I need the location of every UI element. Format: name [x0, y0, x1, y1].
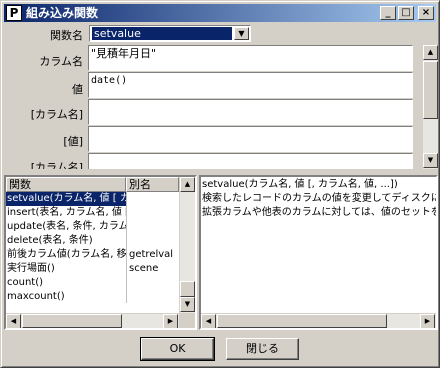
dropdown-arrow-icon[interactable]: ▼ — [234, 27, 249, 40]
description-line: 拡張カラムや他表のカラムに対しては、値のセットを行 — [202, 207, 438, 218]
builtin-functions-dialog: P 組み込み関数 _ □ × 関数名 setvalue ▼ カラム名 "見積年月… — [0, 0, 440, 368]
arg-label-5: [カラム名] — [30, 161, 83, 169]
column-divider — [126, 192, 127, 303]
minimize-button[interactable]: _ — [380, 6, 396, 20]
function-row[interactable]: insert(表名, カラム名, 値 [ — [6, 206, 126, 220]
scroll-right-icon[interactable]: ▶ — [420, 314, 435, 328]
arg-input-4[interactable] — [88, 126, 413, 152]
arg-label-3: [カラム名] — [30, 108, 83, 121]
function-row[interactable]: maxcount() — [6, 290, 126, 304]
scrollbar-corner — [179, 313, 195, 328]
description-line: setvalue(カラム名, 値 [, カラム名, 値, ...]) — [202, 179, 398, 190]
column-header-alias[interactable]: 別名 — [126, 177, 179, 192]
scroll-right-icon[interactable]: ▶ — [163, 314, 178, 328]
alias-cell: scene — [129, 263, 159, 274]
function-list-vscrollbar[interactable]: ▲ ▼ — [179, 177, 195, 313]
function-list-hscrollbar[interactable]: ◀ ▶ — [6, 313, 179, 328]
arg-input-3[interactable] — [88, 99, 413, 125]
function-name-label: 関数名 — [50, 29, 83, 42]
close-button[interactable]: 閉じる — [226, 338, 299, 360]
ok-button[interactable]: OK — [140, 337, 215, 361]
function-name-value[interactable]: setvalue — [92, 27, 232, 40]
arg-input-1[interactable]: "見積年月日" — [88, 45, 413, 71]
scroll-left-icon[interactable]: ◀ — [201, 314, 216, 328]
scroll-left-icon[interactable]: ◀ — [6, 314, 21, 328]
title-bar[interactable]: P 組み込み関数 _ □ × — [4, 4, 436, 22]
function-name-select[interactable]: setvalue ▼ — [89, 25, 251, 42]
function-description[interactable]: setvalue(カラム名, 値 [, カラム名, 値, ...]) 検索したレ… — [199, 175, 438, 330]
alias-cell: getrelval — [129, 249, 174, 260]
arg-input-2[interactable]: date() — [88, 72, 413, 98]
scroll-down-icon[interactable]: ▼ — [180, 297, 195, 312]
app-icon[interactable]: P — [6, 5, 22, 21]
window-title: 組み込み関数 — [26, 6, 99, 20]
scroll-up-icon[interactable]: ▲ — [180, 177, 195, 192]
description-hscrollbar[interactable]: ◀ ▶ — [201, 313, 436, 328]
function-row[interactable]: count() — [6, 276, 126, 290]
function-list-hscroll-thumb[interactable] — [22, 314, 122, 328]
scroll-up-icon[interactable]: ▲ — [423, 45, 438, 60]
function-row[interactable]: 前後カラム値(カラム名, 移 — [6, 248, 126, 262]
function-row[interactable]: delete(表名, 条件) — [6, 234, 126, 248]
fields-scroll-thumb[interactable] — [423, 61, 438, 119]
arg-input-5[interactable] — [88, 153, 413, 169]
arg-label-4: [値] — [63, 135, 83, 148]
function-list[interactable]: 関数 別名 setvalue(カラム名, 値 [ カラ insert(表名, カ… — [4, 175, 197, 330]
description-hscroll-thumb[interactable] — [217, 314, 387, 328]
function-row[interactable]: 実行場面() — [6, 262, 126, 276]
description-line: 検索したレコードのカラムの値を変更してディスクに書 — [202, 193, 438, 204]
close-window-button[interactable]: × — [418, 6, 434, 20]
scroll-down-icon[interactable]: ▼ — [423, 153, 438, 168]
argument-fields-area: カラム名 "見積年月日" 値 date() [カラム名] [値] [カラム名] — [1, 45, 426, 169]
function-list-scroll-thumb[interactable] — [180, 281, 195, 297]
function-row[interactable]: setvalue(カラム名, 値 [ カラ — [6, 192, 126, 206]
fields-scrollbar[interactable]: ▲ ▼ — [422, 45, 438, 169]
arg-label-2: 値 — [72, 83, 83, 96]
maximize-button[interactable]: □ — [398, 6, 414, 20]
function-row[interactable]: update(表名, 条件, カラム名 — [6, 220, 126, 234]
arg-label-1: カラム名 — [39, 55, 83, 68]
column-header-function[interactable]: 関数 — [6, 177, 126, 192]
